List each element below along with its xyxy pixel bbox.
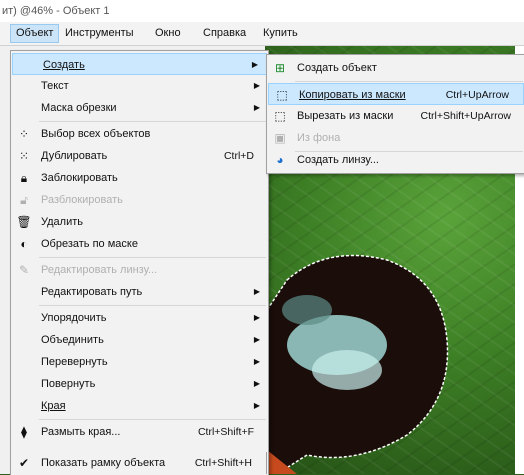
background-icon: ▣ bbox=[274, 131, 286, 145]
menu-item-unlock: 🔓︎ Разблокировать bbox=[11, 189, 268, 211]
trash-icon: 🗑︎ bbox=[16, 215, 32, 229]
menu-item-duplicate[interactable]: ⁙ Дублировать Ctrl+D bbox=[11, 145, 268, 167]
unlock-icon: 🔓︎ bbox=[20, 193, 28, 207]
menu-item-rotate[interactable]: Повернуть ▶ bbox=[11, 373, 268, 395]
menu-item-label: Разблокировать bbox=[41, 194, 123, 206]
menu-item-combine[interactable]: Объединить ▶ bbox=[11, 329, 268, 351]
menu-window[interactable]: Окно bbox=[150, 25, 186, 42]
submenu-arrow-icon: ▶ bbox=[253, 103, 260, 112]
submenu-item-create-object[interactable]: ⊞ Создать объект bbox=[267, 57, 524, 79]
menu-item-create[interactable]: Создать ▶ bbox=[12, 53, 267, 75]
menu-item-label: Маска обрезки bbox=[41, 102, 117, 114]
copy-mask-icon: ⬚ bbox=[276, 88, 288, 102]
menu-item-label: Редактировать линзу... bbox=[41, 264, 158, 276]
menu-item-show-object-marquee[interactable]: ✔ Показать рамку объекта Ctrl+Shift+H bbox=[10, 452, 267, 474]
submenu-arrow-icon: ▶ bbox=[253, 357, 260, 366]
menu-item-label: Редактировать путь bbox=[41, 286, 143, 298]
submenu-item-cut-from-mask[interactable]: ⬚ Вырезать из маски Ctrl+Shift+UpArrow bbox=[267, 105, 524, 127]
menu-item-delete[interactable]: 🗑︎ Удалить bbox=[11, 211, 268, 233]
submenu-arrow-icon: ▶ bbox=[253, 81, 260, 90]
submenu-arrow-icon: ▶ bbox=[253, 379, 260, 388]
submenu-arrow-icon: ▶ bbox=[253, 287, 260, 296]
crop-mask-icon: ◐ bbox=[20, 237, 28, 251]
menu-item-feather[interactable]: ⧫ Размыть края... Ctrl+Shift+F bbox=[11, 421, 268, 443]
menu-item-label: Вырезать из маски bbox=[297, 110, 394, 122]
menu-item-label: Выбор всех объектов bbox=[41, 128, 151, 140]
menu-shortcut: Ctrl+Shift+F bbox=[197, 426, 254, 438]
menu-item-label: Показать рамку объекта bbox=[41, 457, 166, 469]
menu-item-label: Перевернуть bbox=[41, 356, 108, 368]
menu-item-edit-path[interactable]: Редактировать путь ▶ bbox=[11, 281, 268, 303]
menu-help[interactable]: Справка bbox=[198, 25, 251, 42]
menu-object[interactable]: Объект bbox=[10, 24, 60, 43]
menu-separator bbox=[39, 121, 266, 122]
lens-icon: ◕ bbox=[276, 153, 284, 167]
submenu-arrow-icon: ▶ bbox=[253, 401, 260, 410]
menu-item-label: Копировать из маски bbox=[299, 89, 406, 101]
create-submenu: ⊞ Создать объект ⬚ Копировать из маски C… bbox=[266, 54, 524, 174]
menu-buy[interactable]: Купить bbox=[258, 25, 303, 42]
submenu-item-from-background: ▣ Из фона bbox=[267, 127, 524, 149]
menu-item-label: Текст bbox=[41, 80, 69, 92]
select-all-icon: ⁘ bbox=[18, 127, 30, 141]
menu-item-label: Создать объект bbox=[297, 62, 377, 74]
object-menu: Создать ▶ Текст ▶ Маска обрезки ▶ ⁘ Выбо… bbox=[10, 50, 269, 475]
menu-item-label: Повернуть bbox=[41, 378, 96, 390]
submenu-arrow-icon: ▶ bbox=[253, 313, 260, 322]
submenu-arrow-icon: ▶ bbox=[253, 335, 260, 344]
submenu-item-create-lens[interactable]: ◕ Создать линзу... bbox=[267, 149, 524, 171]
feather-icon: ⧫ bbox=[21, 425, 27, 439]
menu-item-label: Обрезать по маске bbox=[41, 238, 138, 250]
lens-icon: ✎ bbox=[18, 263, 30, 277]
menu-item-label: Упорядочить bbox=[41, 312, 107, 324]
butterfly-image bbox=[267, 254, 449, 474]
checkmark-icon: ✔ bbox=[18, 456, 30, 470]
menu-item-flip[interactable]: Перевернуть ▶ bbox=[11, 351, 268, 373]
menu-item-edges[interactable]: Края ▶ bbox=[11, 395, 268, 417]
menu-item-clip-mask[interactable]: Маска обрезки ▶ bbox=[11, 97, 268, 119]
menu-shortcut: Ctrl+Shift+UpArrow bbox=[420, 110, 511, 122]
menu-separator bbox=[39, 419, 266, 420]
menu-item-label: Края bbox=[41, 400, 66, 412]
menu-item-label: Заблокировать bbox=[41, 172, 118, 184]
submenu-arrow-icon: ▶ bbox=[251, 60, 258, 69]
menu-item-crop-to-mask[interactable]: ◐ Обрезать по маске bbox=[11, 233, 268, 255]
menu-item-edit-lens: ✎ Редактировать линзу... bbox=[11, 259, 268, 281]
menu-tools[interactable]: Инструменты bbox=[60, 25, 139, 42]
menu-shortcut: Ctrl+UpArrow bbox=[445, 89, 509, 101]
menu-separator bbox=[295, 81, 523, 82]
menu-shortcut: Ctrl+D bbox=[223, 150, 254, 162]
menu-separator bbox=[39, 257, 266, 258]
menu-item-label: Удалить bbox=[41, 216, 83, 228]
menu-item-label: Размыть края... bbox=[41, 426, 121, 438]
menu-item-arrange[interactable]: Упорядочить ▶ bbox=[11, 307, 268, 329]
menu-item-select-all[interactable]: ⁘ Выбор всех объектов bbox=[11, 123, 268, 145]
menu-bar: Объект Инструменты Окно Справка Купить bbox=[0, 22, 524, 46]
menu-shortcut: Ctrl+Shift+H bbox=[194, 457, 252, 469]
cut-mask-icon: ⬚ bbox=[274, 109, 286, 123]
menu-item-label: Создать bbox=[43, 59, 85, 71]
menu-separator bbox=[39, 305, 266, 306]
lock-icon: 🔒︎ bbox=[20, 171, 28, 185]
menu-item-label: Объединить bbox=[41, 334, 104, 346]
window-title: ит) @46% - Объект 1 bbox=[0, 0, 524, 22]
menu-item-label: Дублировать bbox=[41, 150, 108, 162]
menu-item-label: Создать линзу... bbox=[297, 154, 379, 166]
duplicate-icon: ⁙ bbox=[18, 149, 30, 163]
submenu-item-copy-from-mask[interactable]: ⬚ Копировать из маски Ctrl+UpArrow bbox=[268, 83, 524, 105]
new-object-icon: ⊞ bbox=[274, 61, 286, 75]
menu-item-text[interactable]: Текст ▶ bbox=[11, 75, 268, 97]
menu-item-lock[interactable]: 🔒︎ Заблокировать bbox=[11, 167, 268, 189]
menu-item-label: Из фона bbox=[297, 132, 341, 144]
